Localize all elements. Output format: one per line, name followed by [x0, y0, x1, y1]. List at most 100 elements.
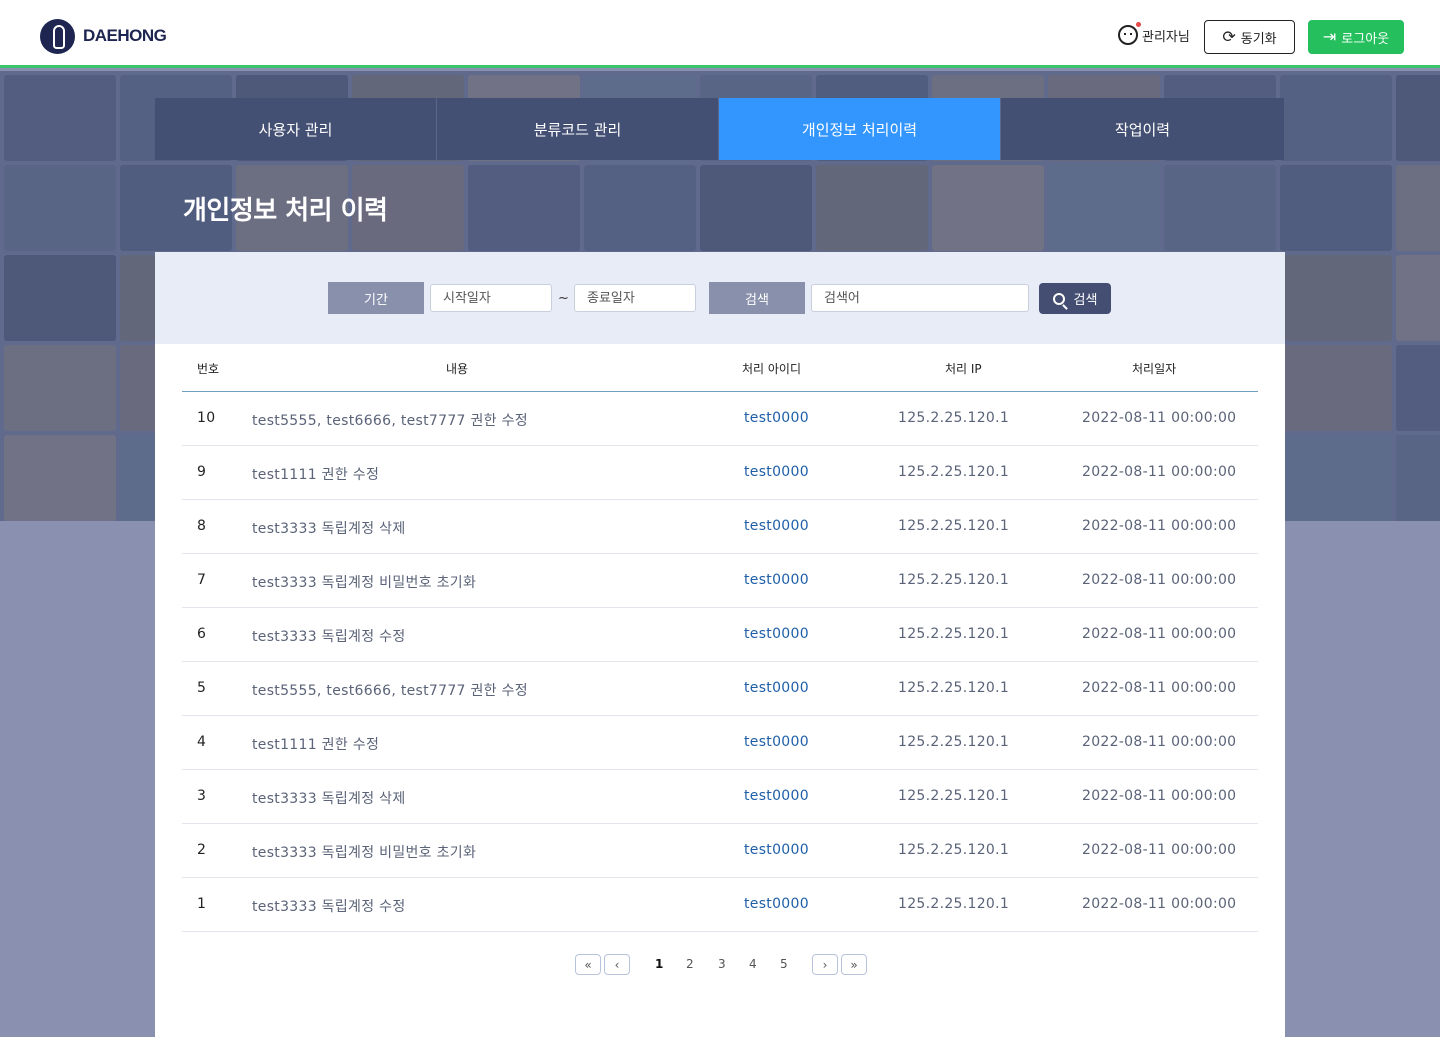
row-user-id-link[interactable]: test0000	[744, 896, 809, 912]
main-tabs: 사용자 관리 분류코드 관리 개인정보 처리이력 작업이력	[155, 98, 1284, 160]
row-ip: 125.2.25.120.1	[898, 572, 1010, 588]
daehong-logo-icon	[40, 18, 75, 54]
table-row[interactable]: 8 test3333 독립계정 삭제 test0000 125.2.25.120.1 2…	[182, 500, 1258, 554]
row-user-id-link[interactable]: test0000	[744, 410, 809, 426]
row-number: 4	[197, 734, 207, 750]
page-number[interactable]: 4	[749, 957, 757, 971]
start-date-input[interactable]	[430, 284, 552, 312]
sync-icon: ⟳	[1222, 27, 1236, 46]
tab-task-history[interactable]: 작업이력	[1001, 98, 1284, 160]
row-number: 3	[197, 788, 207, 804]
table-row[interactable]: 2 test3333 독립계정 비밀번호 초기화 test0000 125.2.25.…	[182, 824, 1258, 878]
column-number: 번호	[197, 362, 220, 376]
user-face-icon	[1118, 22, 1141, 45]
row-date: 2022-08-11 00:00:00	[1082, 734, 1237, 750]
row-user-id-link[interactable]: test0000	[744, 680, 809, 696]
end-date-input[interactable]	[574, 284, 696, 312]
row-content: test5555, test6666, test7777 권한 수정	[252, 413, 528, 429]
current-user: 관리자님	[1118, 22, 1190, 45]
search-filter: 기간 ~ 검색 검색	[155, 252, 1285, 344]
row-number: 7	[197, 572, 207, 588]
row-date: 2022-08-11 00:00:00	[1082, 464, 1237, 480]
row-user-id-link[interactable]: test0000	[744, 788, 809, 804]
logo-text: DAEHONG	[83, 26, 167, 45]
row-date: 2022-08-11 00:00:00	[1082, 788, 1237, 804]
search-button-label: 검색	[1073, 293, 1098, 308]
column-ip: 처리 IP	[945, 362, 982, 376]
tab-privacy-history[interactable]: 개인정보 처리이력	[719, 98, 1001, 160]
column-user-id: 처리 아이디	[742, 362, 802, 376]
table-row[interactable]: 9 test1111 권한 수정 test0000 125.2.25.120.1 202…	[182, 446, 1258, 500]
sync-button[interactable]: ⟳ 동기화	[1204, 20, 1295, 54]
page-number[interactable]: 1	[655, 957, 663, 971]
row-content: test1111 권한 수정	[252, 467, 380, 483]
row-number: 5	[197, 680, 207, 696]
table-row[interactable]: 3 test3333 독립계정 삭제 test0000 125.2.25.120.1 2…	[182, 770, 1258, 824]
tab-user-management[interactable]: 사용자 관리	[155, 98, 437, 160]
row-ip: 125.2.25.120.1	[898, 896, 1010, 912]
table-row[interactable]: 5 test5555, test6666, test7777 권한 수정 test0…	[182, 662, 1258, 716]
row-ip: 125.2.25.120.1	[898, 734, 1010, 750]
user-name-label: 관리자님	[1142, 29, 1190, 45]
row-content: test5555, test6666, test7777 권한 수정	[252, 683, 528, 699]
column-content: 내용	[446, 362, 469, 376]
keyword-input[interactable]	[811, 284, 1029, 312]
content-panel: 기간 ~ 검색 검색 번호 내용 처리 아이디 처리 IP 처리일자 10 tes…	[155, 252, 1285, 1037]
page-title: 개인정보 처리 이력	[183, 196, 388, 226]
prev-page-button[interactable]: ‹	[604, 954, 630, 975]
row-content: test3333 독립계정 비밀번호 초기화	[252, 575, 477, 591]
page-number[interactable]: 5	[780, 957, 788, 971]
table-body: 10 test5555, test6666, test7777 권한 수정 test…	[182, 392, 1258, 932]
date-separator: ~	[558, 291, 569, 306]
row-ip: 125.2.25.120.1	[898, 410, 1010, 426]
row-number: 8	[197, 518, 207, 534]
row-ip: 125.2.25.120.1	[898, 842, 1010, 858]
table-header: 번호 내용 처리 아이디 처리 IP 처리일자	[182, 344, 1258, 392]
row-date: 2022-08-11 00:00:00	[1082, 842, 1237, 858]
sync-button-label: 동기화	[1240, 31, 1277, 47]
row-ip: 125.2.25.120.1	[898, 788, 1010, 804]
row-content: test3333 독립계정 수정	[252, 629, 406, 645]
logout-button-label: 로그아웃	[1341, 31, 1390, 47]
row-number: 2	[197, 842, 207, 858]
row-content: test3333 독립계정 비밀번호 초기화	[252, 845, 477, 861]
row-ip: 125.2.25.120.1	[898, 626, 1010, 642]
row-content: test3333 독립계정 삭제	[252, 521, 406, 537]
row-user-id-link[interactable]: test0000	[744, 518, 809, 534]
table-row[interactable]: 10 test5555, test6666, test7777 권한 수정 test…	[182, 392, 1258, 446]
column-date: 처리일자	[1132, 362, 1177, 376]
row-date: 2022-08-11 00:00:00	[1082, 680, 1237, 696]
table-row[interactable]: 1 test3333 독립계정 수정 test0000 125.2.25.120.1 2…	[182, 878, 1258, 932]
row-user-id-link[interactable]: test0000	[744, 572, 809, 588]
last-page-button[interactable]: »	[841, 954, 867, 975]
page-number[interactable]: 2	[686, 957, 694, 971]
table-row[interactable]: 7 test3333 독립계정 비밀번호 초기화 test0000 125.2.25.…	[182, 554, 1258, 608]
row-number: 1	[197, 896, 207, 912]
row-number: 10	[197, 410, 216, 426]
first-page-button[interactable]: «	[575, 954, 601, 975]
row-user-id-link[interactable]: test0000	[744, 734, 809, 750]
search-label: 검색	[709, 282, 805, 314]
next-page-button[interactable]: ›	[812, 954, 838, 975]
logo[interactable]: DAEHONG	[40, 18, 167, 54]
table-row[interactable]: 6 test3333 독립계정 수정 test0000 125.2.25.120.1 2…	[182, 608, 1258, 662]
row-number: 6	[197, 626, 207, 642]
row-content: test3333 독립계정 삭제	[252, 791, 406, 807]
row-date: 2022-08-11 00:00:00	[1082, 896, 1237, 912]
row-content: test3333 독립계정 수정	[252, 899, 406, 915]
row-ip: 125.2.25.120.1	[898, 464, 1010, 480]
row-date: 2022-08-11 00:00:00	[1082, 626, 1237, 642]
row-user-id-link[interactable]: test0000	[744, 464, 809, 480]
table-row[interactable]: 4 test1111 권한 수정 test0000 125.2.25.120.1 202…	[182, 716, 1258, 770]
page-number[interactable]: 3	[718, 957, 726, 971]
row-user-id-link[interactable]: test0000	[744, 842, 809, 858]
row-number: 9	[197, 464, 207, 480]
row-date: 2022-08-11 00:00:00	[1082, 518, 1237, 534]
row-content: test1111 권한 수정	[252, 737, 380, 753]
logout-button[interactable]: ⇥ 로그아웃	[1308, 20, 1404, 54]
search-button[interactable]: 검색	[1039, 283, 1111, 314]
row-ip: 125.2.25.120.1	[898, 518, 1010, 534]
row-user-id-link[interactable]: test0000	[744, 626, 809, 642]
tab-category-code[interactable]: 분류코드 관리	[437, 98, 719, 160]
logout-icon: ⇥	[1322, 27, 1337, 46]
